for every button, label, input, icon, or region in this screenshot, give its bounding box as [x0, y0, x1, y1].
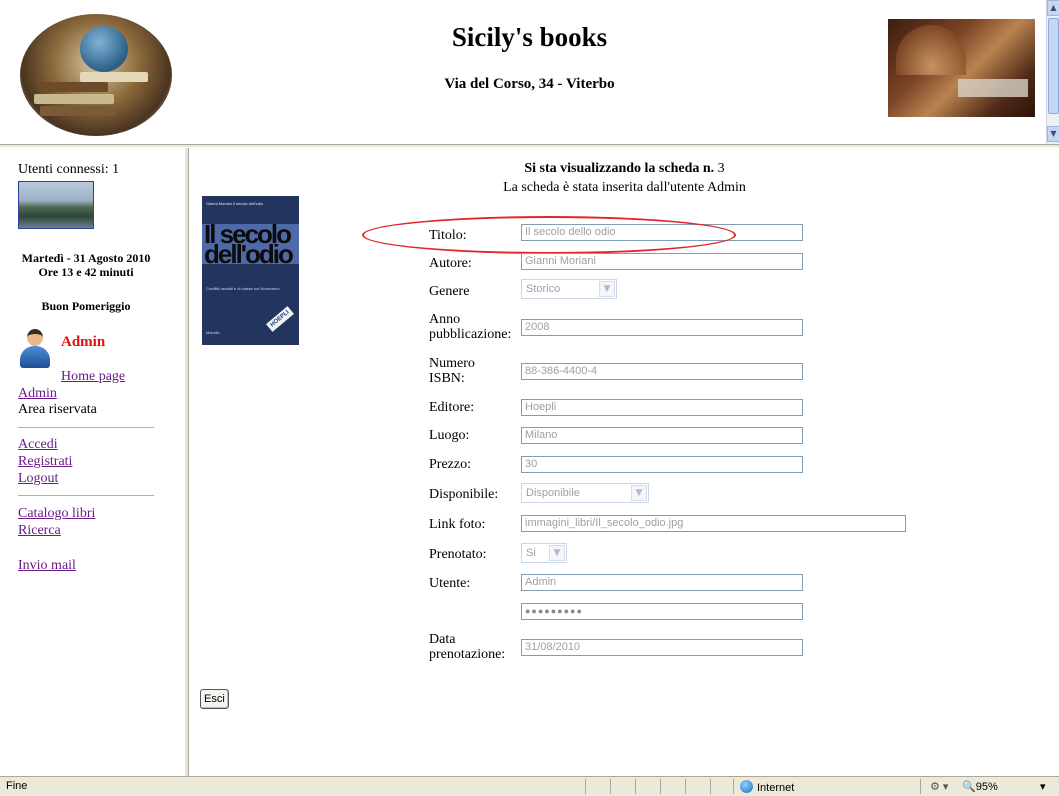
- home-page-link[interactable]: Home page: [61, 369, 125, 385]
- statusbar-separator: [920, 779, 921, 794]
- password-field[interactable]: ●●●●●●●●●: [521, 603, 803, 620]
- greeting-text: Buon Pomeriggio: [41, 299, 131, 313]
- prenotato-select-value: Si: [526, 547, 536, 559]
- sidebar-divider: [18, 427, 154, 428]
- card-title: Si sta visualizzando la scheda n. 3: [190, 161, 1059, 177]
- link-foto-field[interactable]: immagini_libri/Il_secolo_odio.jpg: [521, 515, 906, 532]
- current-date: Martedì - 31 Agosto 2010: [21, 251, 151, 265]
- cover-title-text: Il secolo dell'odio: [202, 221, 299, 267]
- link-foto-label: Link foto:: [429, 517, 486, 532]
- cover-publisher-badge: HOEPLI: [266, 306, 294, 332]
- anno-field[interactable]: 2008: [521, 319, 803, 336]
- anno-label: Anno pubblicazione:: [429, 312, 512, 342]
- vertical-frame-divider[interactable]: [184, 148, 189, 776]
- highlight-ellipse: [362, 216, 736, 254]
- prezzo-label: Prezzo:: [429, 457, 471, 472]
- select-arrow-icon[interactable]: ▼: [599, 281, 615, 297]
- zoom-icon: 🔍: [962, 781, 976, 793]
- book-stack-image: [34, 94, 114, 104]
- disponibile-label: Disponibile:: [429, 487, 499, 502]
- scroll-up-arrow-icon[interactable]: ▲: [1047, 0, 1059, 16]
- statusbar-separator: [635, 779, 636, 794]
- landscape-thumbnail: [18, 181, 94, 229]
- zone-label: Internet: [757, 782, 795, 794]
- scrollbar-thumb[interactable]: [1048, 18, 1059, 114]
- genere-select[interactable]: Storico ▼: [521, 279, 617, 299]
- editore-label: Editore:: [429, 400, 475, 415]
- security-zone[interactable]: Internet: [740, 780, 794, 794]
- editore-field[interactable]: Hoepli: [521, 399, 803, 416]
- search-link[interactable]: Ricerca: [18, 523, 61, 539]
- sidebar-divider: [18, 495, 154, 496]
- logged-user-name: Admin: [61, 334, 106, 350]
- card-title-prefix: Si sta visualizzando la scheda n.: [524, 161, 715, 176]
- zoom-level: 95%: [975, 781, 998, 793]
- header-scrollbar[interactable]: ▲ ▼: [1046, 0, 1059, 144]
- header-frame: Sicily's books Via del Corso, 34 - Viter…: [0, 0, 1046, 144]
- statusbar-separator: [610, 779, 611, 794]
- current-time: Ore 13 e 42 minuti: [38, 265, 134, 279]
- bookstore-desk: [958, 79, 1028, 97]
- internet-globe-icon: [740, 780, 753, 793]
- exit-button[interactable]: Esci: [200, 689, 229, 709]
- isbn-field[interactable]: 88-386-4400-4: [521, 363, 803, 380]
- bookstore-arch: [896, 25, 966, 75]
- send-mail-link[interactable]: Invio mail: [18, 558, 76, 574]
- user-avatar-icon: [18, 329, 52, 369]
- statusbar-separator: [585, 779, 586, 794]
- genere-select-value: Storico: [526, 283, 561, 295]
- data-prenotazione-field[interactable]: 31/08/2010: [521, 639, 803, 656]
- card-inserted-by: La scheda è stata inserita dall'utente A…: [503, 180, 746, 195]
- logout-link[interactable]: Logout: [18, 471, 58, 487]
- reserved-area-label: Area riservata: [18, 402, 97, 417]
- zoom-control[interactable]: 🔍95%: [962, 780, 998, 793]
- prenotato-label: Prenotato:: [429, 547, 487, 562]
- select-arrow-icon[interactable]: ▼: [631, 485, 647, 501]
- luogo-field[interactable]: Milano: [521, 427, 803, 444]
- disponibile-select-value: Disponibile: [526, 487, 580, 499]
- prenotato-select[interactable]: Si ▼: [521, 543, 567, 563]
- utente-field[interactable]: Admin: [521, 574, 803, 591]
- book-cover-image: Gianni Moriani Il secolo dell'odio Il se…: [202, 196, 299, 345]
- protected-mode-icon[interactable]: ⚙ ▾: [930, 780, 948, 793]
- utente-label: Utente:: [429, 576, 471, 591]
- cover-publisher-text: Marsilio: [206, 330, 220, 335]
- autore-field[interactable]: Gianni Moriani: [521, 253, 803, 270]
- statusbar-separator: [685, 779, 686, 794]
- scroll-down-arrow-icon[interactable]: ▼: [1047, 126, 1059, 142]
- catalog-link[interactable]: Catalogo libri: [18, 506, 95, 522]
- isbn-label: Numero ISBN:: [429, 356, 475, 386]
- register-link[interactable]: Registrati: [18, 454, 72, 470]
- statusbar-separator: [710, 779, 711, 794]
- cover-header-text: Gianni Moriani Il secolo dell'odio: [206, 201, 264, 206]
- login-link[interactable]: Accedi: [18, 437, 58, 453]
- card-number: 3: [717, 161, 725, 176]
- luogo-label: Luogo:: [429, 428, 470, 443]
- data-prenotazione-label: Data prenotazione:: [429, 632, 506, 662]
- genere-label: Genere: [429, 284, 470, 299]
- prezzo-field[interactable]: 30: [521, 456, 803, 473]
- cover-subtitle-text: Conflitti razziali e di classe nel Novec…: [206, 286, 280, 291]
- users-connected: Utenti connessi: 1: [18, 162, 120, 177]
- browser-status-bar: Fine Internet ⚙ ▾ 🔍95% ▾: [0, 776, 1059, 796]
- admin-link[interactable]: Admin: [18, 386, 57, 402]
- main-content: Si sta visualizzando la scheda n. 3 La s…: [190, 148, 1059, 776]
- autore-label: Autore:: [429, 256, 472, 271]
- left-sidebar: Utenti connessi: 1 Martedì - 31 Agosto 2…: [0, 148, 184, 776]
- statusbar-separator: [733, 779, 734, 794]
- statusbar-separator: [660, 779, 661, 794]
- zoom-dropdown-arrow-icon[interactable]: ▾: [1040, 780, 1046, 793]
- bookstore-photo: [888, 19, 1035, 117]
- disponibile-select[interactable]: Disponibile ▼: [521, 483, 649, 503]
- status-text: Fine: [6, 780, 28, 792]
- select-arrow-icon[interactable]: ▼: [549, 545, 565, 561]
- book-stack-image: [40, 106, 116, 116]
